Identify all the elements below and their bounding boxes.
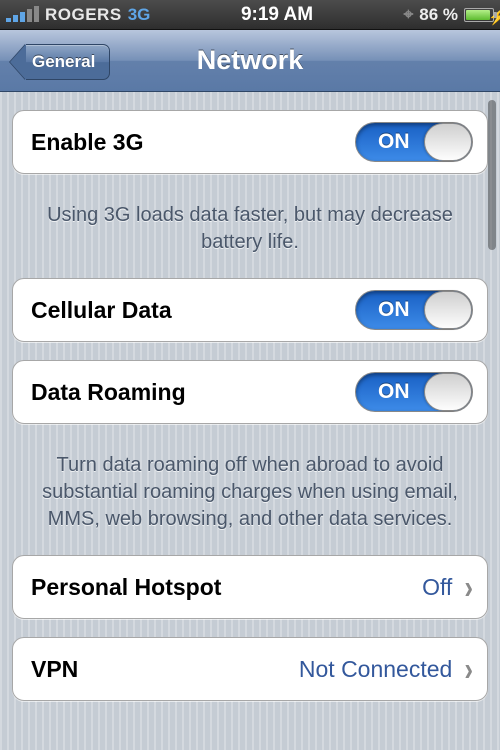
toggle-cellular-data[interactable]: ON bbox=[355, 290, 473, 330]
carrier-label: ROGERS bbox=[45, 5, 122, 25]
battery-percent: 86 % bbox=[419, 5, 458, 25]
nav-bar: General Network bbox=[0, 30, 500, 92]
signal-strength-icon bbox=[6, 7, 39, 22]
toggle-enable-3g[interactable]: ON bbox=[355, 122, 473, 162]
row-value: Off bbox=[422, 574, 452, 601]
row-vpn[interactable]: VPN Not Connected › bbox=[12, 637, 488, 701]
battery-icon: ⚡ bbox=[464, 8, 494, 22]
chevron-right-icon: › bbox=[464, 567, 473, 607]
row-label: VPN bbox=[31, 656, 78, 683]
toggle-data-roaming[interactable]: ON bbox=[355, 372, 473, 412]
network-type-badge: 3G bbox=[128, 5, 151, 25]
row-data-roaming: Data Roaming ON bbox=[12, 360, 488, 424]
settings-list[interactable]: Enable 3G ON Using 3G loads data faster,… bbox=[0, 92, 500, 750]
row-value: Not Connected bbox=[299, 656, 452, 683]
row-label: Personal Hotspot bbox=[31, 574, 221, 601]
chevron-left-icon bbox=[10, 44, 26, 80]
hint-data-roaming: Turn data roaming off when abroad to avo… bbox=[12, 442, 488, 537]
row-enable-3g: Enable 3G ON bbox=[12, 110, 488, 174]
chevron-right-icon: › bbox=[464, 649, 473, 689]
toggle-on-text: ON bbox=[378, 298, 410, 322]
toggle-knob bbox=[424, 291, 472, 329]
hint-enable-3g: Using 3G loads data faster, but may decr… bbox=[12, 192, 488, 260]
back-button-label: General bbox=[26, 44, 110, 80]
row-personal-hotspot[interactable]: Personal Hotspot Off › bbox=[12, 555, 488, 619]
battery-fill bbox=[466, 10, 490, 20]
status-bar: ROGERS 3G 9:19 AM ⌖ 86 % ⚡ bbox=[0, 0, 500, 30]
page-title: Network bbox=[197, 45, 304, 76]
bluetooth-icon: ⌖ bbox=[404, 5, 414, 25]
toggle-on-text: ON bbox=[378, 380, 410, 404]
clock: 9:19 AM bbox=[241, 4, 313, 26]
row-label: Enable 3G bbox=[31, 129, 143, 156]
back-button[interactable]: General bbox=[10, 42, 110, 82]
row-label: Data Roaming bbox=[31, 379, 186, 406]
row-label: Cellular Data bbox=[31, 297, 172, 324]
charging-icon: ⚡ bbox=[488, 8, 500, 26]
toggle-knob bbox=[424, 123, 472, 161]
toggle-knob bbox=[424, 373, 472, 411]
row-cellular-data: Cellular Data ON bbox=[12, 278, 488, 342]
scrollbar[interactable] bbox=[488, 100, 496, 250]
toggle-on-text: ON bbox=[378, 130, 410, 154]
